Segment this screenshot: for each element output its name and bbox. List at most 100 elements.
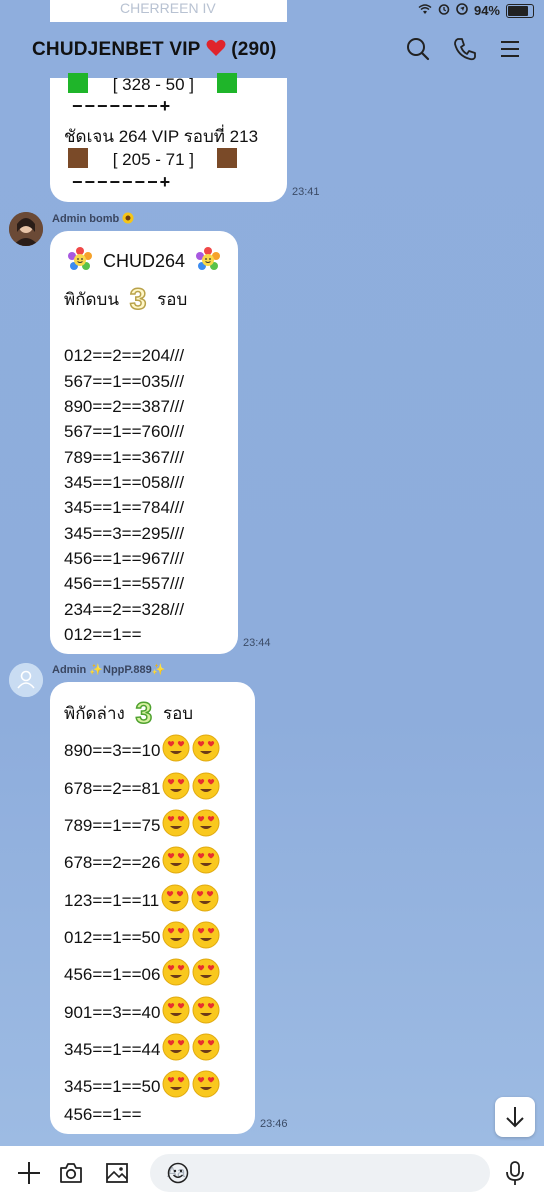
message-line-text: 901==3==40 — [64, 1003, 161, 1022]
message-time: 23:41 — [292, 186, 320, 198]
heart-eyes-emoji-icon — [192, 921, 220, 949]
heart-eyes-emoji-icon — [192, 772, 220, 800]
message-line-text: 678==2==81 — [64, 779, 161, 798]
chat-title[interactable]: CHUDJENBET VIP (290) — [32, 39, 277, 61]
chat-header: CHUDJENBET VIP (290) — [0, 22, 544, 78]
heart-eyes-emoji-icon — [162, 846, 190, 874]
message-line: 890==3==10 — [64, 734, 220, 762]
input-bar: Aa — [0, 1146, 544, 1200]
heart-eyes-emoji-icon — [161, 884, 189, 912]
scroll-down-button[interactable] — [495, 1097, 535, 1137]
message-line-text: 456==1==06 — [64, 965, 161, 984]
heart-eyes-emoji-icon — [191, 884, 219, 912]
message-line: 456==1==557/// — [64, 574, 185, 593]
message-title: CHUD264 — [66, 246, 222, 274]
message-line: 345==1==058/// — [64, 473, 185, 492]
message-subtitle: พิกัดบน 3 รอบ — [64, 282, 188, 317]
caption-line: ชัดเจน 264 VIP รอบที่ 213 — [64, 127, 259, 146]
dash-line-2: −−−−−−−+ — [72, 172, 173, 192]
message-input[interactable]: Aa — [150, 1154, 490, 1192]
plus-icon[interactable] — [16, 1160, 42, 1191]
green-square-icon — [216, 73, 237, 93]
subtitle-suffix: รอบ — [157, 290, 188, 309]
heart-eyes-emoji-icon — [162, 1033, 190, 1061]
heart-icon — [206, 39, 231, 60]
message-line: 890==2==387/// — [64, 397, 185, 416]
message-line: 678==2==26 — [64, 846, 220, 874]
message-line-text: 123==1==11 — [64, 891, 160, 910]
battery-percent: 94% — [473, 3, 500, 18]
range-line-2: [ 205 - 71 ] — [68, 148, 237, 170]
battery-icon — [506, 3, 534, 18]
heart-eyes-emoji-icon — [162, 958, 190, 986]
range-2: [ 205 - 71 ] — [112, 150, 195, 169]
heart-eyes-emoji-icon — [192, 958, 220, 986]
subtitle-prefix: พิกัดบน — [64, 290, 119, 309]
call-icon[interactable] — [452, 36, 478, 62]
subtitle-prefix: พิกัดล่าง — [64, 704, 125, 723]
heart-eyes-emoji-icon — [192, 734, 220, 762]
message-line-text: 345==1==44 — [64, 1040, 161, 1059]
message-line: 456==1==06 — [64, 958, 220, 986]
message-line: 123==1==11 — [64, 884, 219, 912]
subtitle-suffix: รอบ — [162, 704, 194, 723]
brown-square-icon — [68, 148, 88, 168]
dash-line-1: −−−−−−−+ — [72, 96, 173, 116]
message-line: 567==1==035/// — [64, 372, 185, 391]
message-line-text: 789==1==75 — [64, 816, 161, 835]
heart-eyes-emoji-icon — [162, 921, 190, 949]
sparkles-icon: ✨ — [151, 664, 166, 676]
heart-eyes-emoji-icon — [192, 809, 220, 837]
rainbow-flower-icon — [194, 247, 222, 271]
sunflower-icon — [122, 212, 134, 225]
avatar[interactable] — [9, 663, 43, 697]
message-line: 345==1==50 — [64, 1070, 220, 1098]
message-line: 345==1==44 — [64, 1033, 220, 1061]
green-square-icon — [68, 73, 88, 93]
heart-eyes-emoji-icon — [192, 996, 220, 1024]
heart-eyes-emoji-icon — [162, 809, 190, 837]
chat-title-text: CHUDJENBET VIP — [32, 39, 201, 60]
wifi-icon — [418, 3, 432, 18]
arrow-down-icon — [495, 1107, 535, 1141]
status-right: 94% — [418, 3, 534, 18]
message-line: 012==2==204/// — [64, 346, 185, 365]
message-line: 012==1==50 — [64, 921, 220, 949]
sender-name: Admin ✨NppP.889✨ — [52, 663, 165, 676]
message-line-text: 456==1== — [64, 1105, 142, 1124]
brown-square-icon — [216, 148, 237, 168]
faded-line: CHERREEN IV — [120, 0, 216, 16]
avatar[interactable] — [9, 212, 43, 246]
heart-eyes-emoji-icon — [192, 1070, 220, 1098]
sender-name-text: Admin bomb — [52, 213, 120, 225]
microphone-icon[interactable] — [503, 1160, 527, 1191]
message-line: 901==3==40 — [64, 996, 220, 1024]
number-three-icon: 3 — [135, 696, 153, 731]
heart-eyes-emoji-icon — [162, 772, 190, 800]
number-three-icon: 3 — [129, 282, 147, 317]
camera-icon[interactable] — [58, 1160, 84, 1191]
image-icon[interactable] — [104, 1160, 130, 1191]
heart-eyes-emoji-icon — [192, 1033, 220, 1061]
title-text: CHUD264 — [103, 251, 186, 271]
message-line: 567==1==760/// — [64, 422, 185, 441]
menu-icon[interactable] — [498, 36, 524, 62]
alarm-icon — [438, 3, 450, 18]
heart-eyes-emoji-icon — [162, 1070, 190, 1098]
message-line: 789==1==75 — [64, 809, 220, 837]
rainbow-flower-icon — [66, 247, 99, 271]
heart-eyes-emoji-icon — [192, 846, 220, 874]
sender-name-suffix: NppP.889 — [103, 664, 152, 676]
sender-name-text: Admin — [52, 664, 87, 676]
sparkles-icon: ✨ — [89, 664, 103, 676]
message-line: 456==1== — [64, 1105, 142, 1125]
emoji-icon[interactable] — [167, 1162, 482, 1188]
message-line-text: 012==1==50 — [64, 928, 161, 947]
member-count: (290) — [231, 39, 277, 60]
message-line: 012==1== — [64, 625, 142, 644]
message-line: 678==2==81 — [64, 772, 220, 800]
heart-eyes-emoji-icon — [162, 996, 190, 1024]
message-line: 456==1==967/// — [64, 549, 185, 568]
message-subtitle: พิกัดล่าง 3 รอบ — [64, 696, 194, 731]
search-icon[interactable] — [405, 36, 431, 62]
